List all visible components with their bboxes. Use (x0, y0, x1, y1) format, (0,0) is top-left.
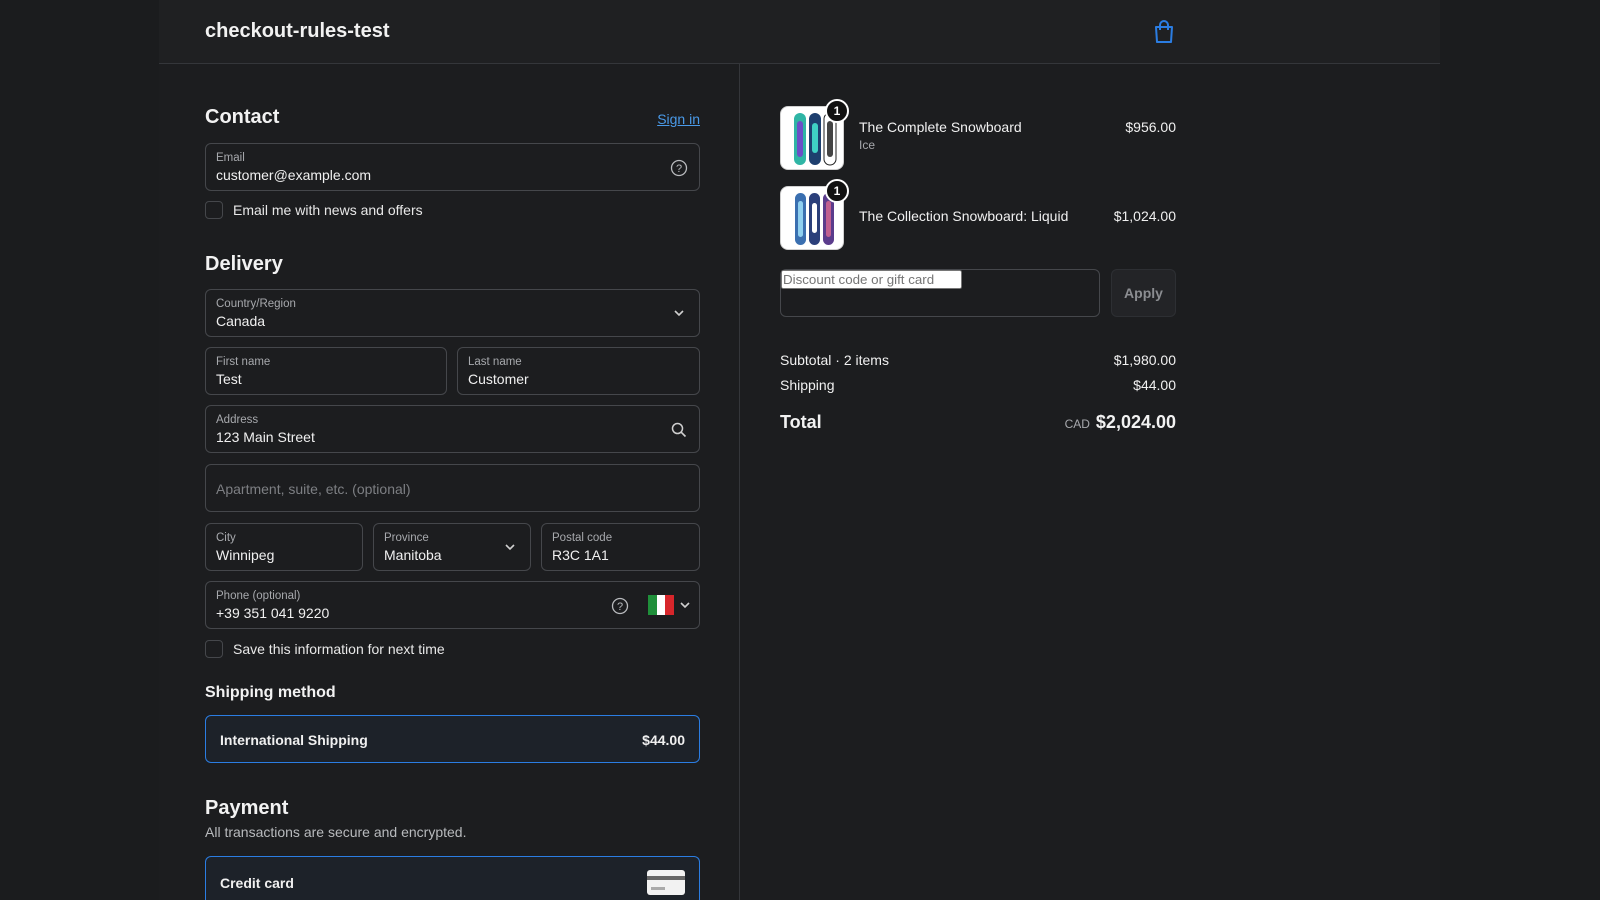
save-info-checkbox-row[interactable]: Save this information for next time (205, 640, 445, 658)
save-info-label: Save this information for next time (233, 641, 445, 657)
column-divider (739, 64, 740, 900)
currency-code: CAD (1064, 417, 1090, 431)
address-label: Address (216, 414, 259, 426)
credit-card-icon (647, 870, 685, 895)
item-title: The Collection Snowboard: Liquid (859, 208, 1069, 224)
email-field[interactable]: Email customer@example.com ? (205, 143, 700, 191)
credit-card-option[interactable]: Credit card (205, 856, 700, 900)
province-select[interactable]: Province Manitoba (373, 523, 531, 571)
shipping-row: Shipping $44.00 (780, 377, 1176, 393)
postal-code-value: R3C 1A1 (552, 547, 609, 563)
first-name-field[interactable]: First name Test (205, 347, 447, 395)
city-value: Winnipeg (216, 547, 275, 563)
apartment-placeholder: Apartment, suite, etc. (optional) (216, 481, 411, 497)
postal-code-field[interactable]: Postal code R3C 1A1 (541, 523, 700, 571)
chevron-down-icon (674, 310, 684, 317)
total-value: $2,024.00 (1095, 412, 1176, 432)
shipping-label: Shipping (780, 377, 835, 393)
save-info-checkbox[interactable] (205, 640, 223, 658)
svg-text:?: ? (617, 601, 623, 613)
city-label: City (216, 532, 236, 544)
country-label: Country/Region (216, 298, 296, 310)
shopping-bag-icon[interactable] (1153, 20, 1175, 44)
phone-label: Phone (optional) (216, 590, 301, 602)
subtotal-value: $1,980.00 (1113, 352, 1176, 368)
province-label: Province (384, 532, 429, 544)
newsletter-label: Email me with news and offers (233, 202, 423, 218)
first-name-label: First name (216, 356, 271, 368)
subtotal-label: Subtotal · 2 items (780, 352, 889, 368)
discount-field[interactable] (780, 269, 1100, 317)
payment-heading: Payment (205, 797, 289, 819)
subtotal-row: Subtotal · 2 items $1,980.00 (780, 352, 1176, 368)
discount-input[interactable] (781, 270, 962, 289)
chevron-down-icon[interactable] (679, 599, 691, 611)
item-price: $1,024.00 (1113, 208, 1176, 224)
address-field[interactable]: Address 123 Main Street (205, 405, 700, 453)
city-field[interactable]: City Winnipeg (205, 523, 363, 571)
help-icon[interactable]: ? (611, 597, 629, 615)
search-icon[interactable] (670, 421, 688, 439)
line-item: 1 The Collection Snowboard: Liquid $1,02… (780, 179, 1176, 250)
credit-card-label: Credit card (220, 875, 294, 891)
shipping-option[interactable]: International Shipping $44.00 (205, 715, 700, 763)
total-label: Total (780, 412, 822, 432)
shipping-method-heading: Shipping method (205, 684, 336, 701)
shipping-value: $44.00 (1133, 377, 1176, 393)
svg-text:?: ? (676, 163, 682, 175)
postal-code-label: Postal code (552, 532, 613, 544)
shop-name[interactable]: checkout-rules-test (205, 20, 390, 43)
shipping-option-price: $44.00 (642, 732, 685, 748)
apply-button[interactable]: Apply (1111, 269, 1176, 317)
phone-value: +39 351 041 9220 (216, 605, 330, 621)
payment-subtitle: All transactions are secure and encrypte… (205, 824, 467, 840)
chevron-down-icon (505, 544, 515, 551)
country-value: Canada (216, 313, 266, 329)
last-name-label: Last name (468, 356, 522, 368)
item-title: The Complete Snowboard (859, 119, 1022, 135)
email-label: Email (216, 152, 245, 164)
line-item: 1 The Complete Snowboard Ice $956.00 (780, 99, 1176, 170)
item-variant: Ice (859, 138, 876, 152)
newsletter-checkbox-row[interactable]: Email me with news and offers (205, 201, 423, 219)
last-name-field[interactable]: Last name Customer (457, 347, 700, 395)
item-price: $956.00 (1125, 119, 1176, 135)
quantity-badge: 1 (825, 179, 849, 203)
phone-field[interactable]: Phone (optional) +39 351 041 9220 ? (205, 581, 700, 629)
province-value: Manitoba (384, 547, 442, 563)
last-name-value: Customer (468, 371, 529, 387)
contact-heading: Contact (205, 106, 280, 128)
first-name-value: Test (216, 371, 242, 387)
header: checkout-rules-test (159, 0, 1440, 64)
email-value: customer@example.com (216, 167, 372, 183)
delivery-heading: Delivery (205, 253, 283, 275)
italy-flag-icon[interactable] (648, 595, 674, 615)
sign-in-link[interactable]: Sign in (657, 111, 700, 127)
country-select[interactable]: Country/Region Canada (205, 289, 700, 337)
help-icon[interactable]: ? (670, 159, 688, 177)
address-value: 123 Main Street (216, 429, 315, 445)
newsletter-checkbox[interactable] (205, 201, 223, 219)
total-row: Total CAD $2,024.00 (780, 412, 1176, 433)
apartment-field[interactable]: Apartment, suite, etc. (optional) (205, 464, 700, 512)
shipping-option-name: International Shipping (220, 732, 368, 748)
quantity-badge: 1 (825, 99, 849, 123)
